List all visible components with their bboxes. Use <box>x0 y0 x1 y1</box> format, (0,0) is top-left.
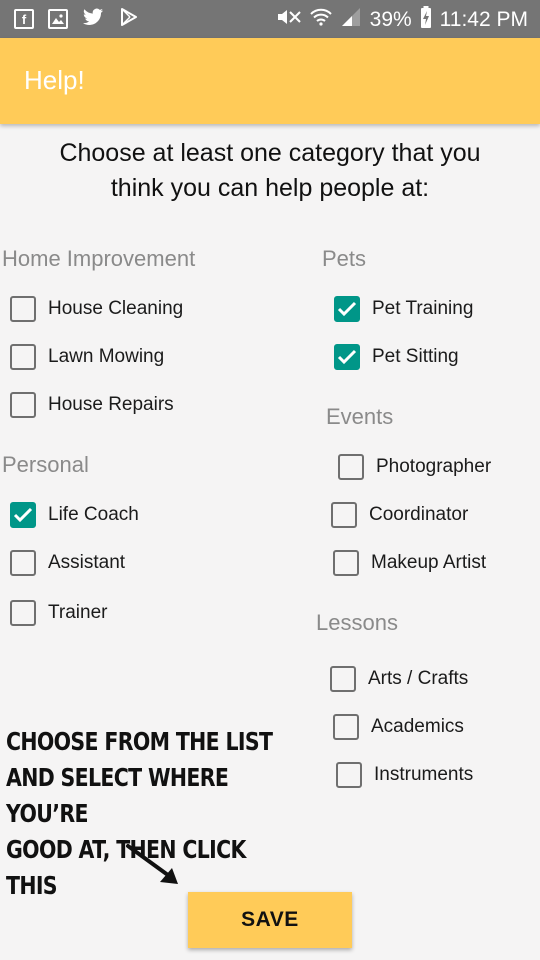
checkbox[interactable] <box>336 762 362 788</box>
option-life-coach[interactable]: Life Coach <box>10 500 139 530</box>
battery-percent: 39% <box>369 7 412 31</box>
mute-icon <box>276 7 302 32</box>
facebook-icon: f <box>14 9 34 29</box>
option-academics[interactable]: Academics <box>333 712 464 742</box>
gallery-icon <box>48 9 68 29</box>
checkbox[interactable] <box>10 600 36 626</box>
checkbox[interactable] <box>10 550 36 576</box>
option-house-repairs[interactable]: House Repairs <box>10 390 174 420</box>
option-photographer[interactable]: Photographer <box>338 452 491 482</box>
option-label: Assistant <box>48 552 126 573</box>
checkbox[interactable] <box>10 296 36 322</box>
app-title: Help! <box>24 65 85 95</box>
option-label: Life Coach <box>48 504 139 525</box>
save-button[interactable]: SAVE <box>188 892 352 948</box>
twitter-icon <box>82 8 104 30</box>
signal-icon <box>340 7 362 32</box>
checkbox[interactable] <box>334 296 360 322</box>
option-trainer[interactable]: Trainer <box>10 598 107 628</box>
option-label: Instruments <box>374 764 474 785</box>
option-instruments[interactable]: Instruments <box>336 760 473 790</box>
option-pet-training[interactable]: Pet Training <box>334 294 473 324</box>
option-label: Academics <box>371 716 464 737</box>
option-label: Photographer <box>376 456 492 477</box>
section-heading-pets: Pets <box>322 246 367 271</box>
option-label: Pet Training <box>372 298 474 319</box>
section-heading-personal: Personal <box>2 452 89 477</box>
option-label: Arts / Crafts <box>368 668 469 689</box>
option-coordinator[interactable]: Coordinator <box>331 500 468 530</box>
checkbox[interactable] <box>10 502 36 528</box>
play-store-icon <box>118 8 140 30</box>
option-lawn-mowing[interactable]: Lawn Mowing <box>10 342 164 372</box>
checkbox[interactable] <box>10 344 36 370</box>
section-heading-home-improvement: Home Improvement <box>2 246 196 271</box>
app-bar: Help! <box>0 38 540 124</box>
clock: 11:42 PM <box>439 7 528 31</box>
instructions-text: Choose at least one category that you th… <box>59 139 481 202</box>
checkbox[interactable] <box>10 392 36 418</box>
checkbox[interactable] <box>333 550 359 576</box>
battery-charging-icon <box>420 6 432 33</box>
status-bar: f 39% 11:42 PM <box>0 0 540 38</box>
option-arts-crafts[interactable]: Arts / Crafts <box>330 664 468 694</box>
option-label: Pet Sitting <box>372 346 459 367</box>
option-label: Trainer <box>48 602 108 623</box>
wifi-icon <box>309 7 332 32</box>
checkbox[interactable] <box>330 666 356 692</box>
section-heading-events: Events <box>326 404 394 429</box>
option-label: Makeup Artist <box>371 552 487 573</box>
option-house-cleaning[interactable]: House Cleaning <box>10 294 183 324</box>
option-label: Lawn Mowing <box>48 346 165 367</box>
option-label: House Cleaning <box>48 298 184 319</box>
section-heading-lessons: Lessons <box>316 610 398 635</box>
system-status: 39% 11:42 PM <box>276 6 528 33</box>
arrow-icon <box>126 844 178 884</box>
option-label: Coordinator <box>369 504 469 525</box>
checkbox[interactable] <box>334 344 360 370</box>
option-makeup-artist[interactable]: Makeup Artist <box>333 548 486 578</box>
checkbox[interactable] <box>338 454 364 480</box>
option-label: House Repairs <box>48 394 174 415</box>
notification-icons: f <box>14 8 140 30</box>
option-pet-sitting[interactable]: Pet Sitting <box>334 342 459 372</box>
option-assistant[interactable]: Assistant <box>10 548 125 578</box>
checkbox[interactable] <box>333 714 359 740</box>
checkbox[interactable] <box>331 502 357 528</box>
